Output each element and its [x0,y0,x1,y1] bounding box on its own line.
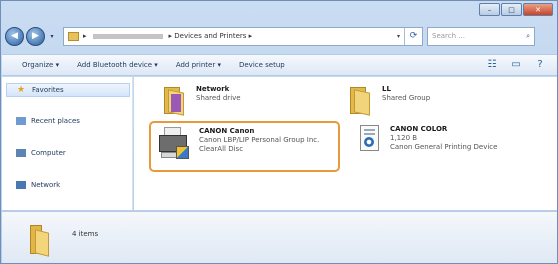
sidebar-item-label: Network [31,181,61,189]
device-setup-button[interactable]: Device setup [239,61,285,69]
view-options-icon[interactable]: ☷ [485,59,499,71]
item-status: ClearAll Disc [199,145,244,153]
folder-icon [30,225,52,257]
search-input[interactable]: Search ... ⌕ [427,26,535,46]
sidebar-item-network[interactable]: Network [16,181,60,189]
command-toolbar: Organize ▾ Add Bluetooth device ▾ Add pr… [2,54,557,76]
item-type: Canon General Printing Device [390,143,498,151]
details-pane: 4 items [2,211,557,263]
chevron-down-icon[interactable]: ▾ [397,33,400,40]
item-type: Shared drive [196,94,241,102]
document-settings-icon [358,125,382,155]
minimize-button[interactable]: – [479,3,500,16]
organize-menu[interactable]: Organize ▾ [22,61,59,69]
search-placeholder: Search ... [432,32,465,40]
maximize-button[interactable]: □ [501,3,522,16]
item-type: Canon LBP/LIP Personal Group Inc. [199,136,320,144]
details-text: 4 items [72,230,99,238]
explorer-window: – □ ✕ ◀ ▶ ▾ ▸ ▸ Devices and Printers ▸ ▾… [0,0,558,264]
breadcrumb-separator[interactable]: ▸ [83,32,87,40]
navigation-bar: ◀ ▶ ▾ ▸ ▸ Devices and Printers ▸ ▾ ⟳ Sea… [5,24,555,48]
chevron-down-icon[interactable]: ▾ [47,33,57,40]
sidebar-item-favorites[interactable]: ★ Favorites [6,83,130,97]
folder-icon [160,85,188,116]
navigation-pane: ★ Favorites Recent places Computer Netwo… [2,77,133,210]
list-item-selected[interactable]: CANON Canon Canon LBP/LIP Personal Group… [157,125,319,161]
add-bluetooth-device-menu[interactable]: Add Bluetooth device ▾ [77,61,158,69]
sidebar-item-label: Computer [31,149,66,157]
breadcrumb-hidden-segment[interactable] [92,33,163,39]
printer-icon [157,125,191,161]
address-bar[interactable]: ▸ ▸ Devices and Printers ▸ ▾ ⟳ [63,26,423,46]
search-icon[interactable]: ⌕ [526,32,530,41]
preview-pane-icon[interactable]: ▭ [509,59,523,71]
item-type: Shared Group [382,94,431,102]
arrow-right-icon[interactable]: ▶ [26,26,45,46]
close-button[interactable]: ✕ [523,3,553,16]
help-icon[interactable]: ? [533,59,547,71]
list-item[interactable]: CANON COLOR 1,120 B Canon General Printi… [354,125,497,155]
sidebar-item-label: Favorites [32,86,64,94]
item-name: CANON COLOR [390,125,448,133]
item-name: Network [196,85,230,93]
sidebar-item-recent-places[interactable]: Recent places [16,117,80,125]
computer-icon [16,149,26,157]
item-size: 1,120 B [390,134,418,142]
sidebar-item-label: Recent places [31,117,80,125]
folder-icon [346,85,374,116]
arrow-left-icon[interactable]: ◀ [5,26,24,46]
item-name: LL [382,85,391,93]
add-printer-menu[interactable]: Add printer ▾ [176,61,221,69]
item-name: CANON Canon [199,127,255,135]
list-item[interactable]: LL Shared Group [346,85,431,116]
star-icon: ★ [17,85,26,95]
folder-icon [68,31,79,41]
network-icon [16,181,26,189]
recent-places-icon [16,117,26,125]
breadcrumb-devices-and-printers[interactable]: ▸ Devices and Printers ▸ [169,32,253,40]
refresh-icon[interactable]: ⟳ [404,27,422,45]
caption-buttons: – □ ✕ [478,3,553,16]
list-item[interactable]: Network Shared drive [160,85,241,116]
view-controls: ☷ ▭ ? [475,59,547,71]
sidebar-item-computer[interactable]: Computer [16,149,66,157]
